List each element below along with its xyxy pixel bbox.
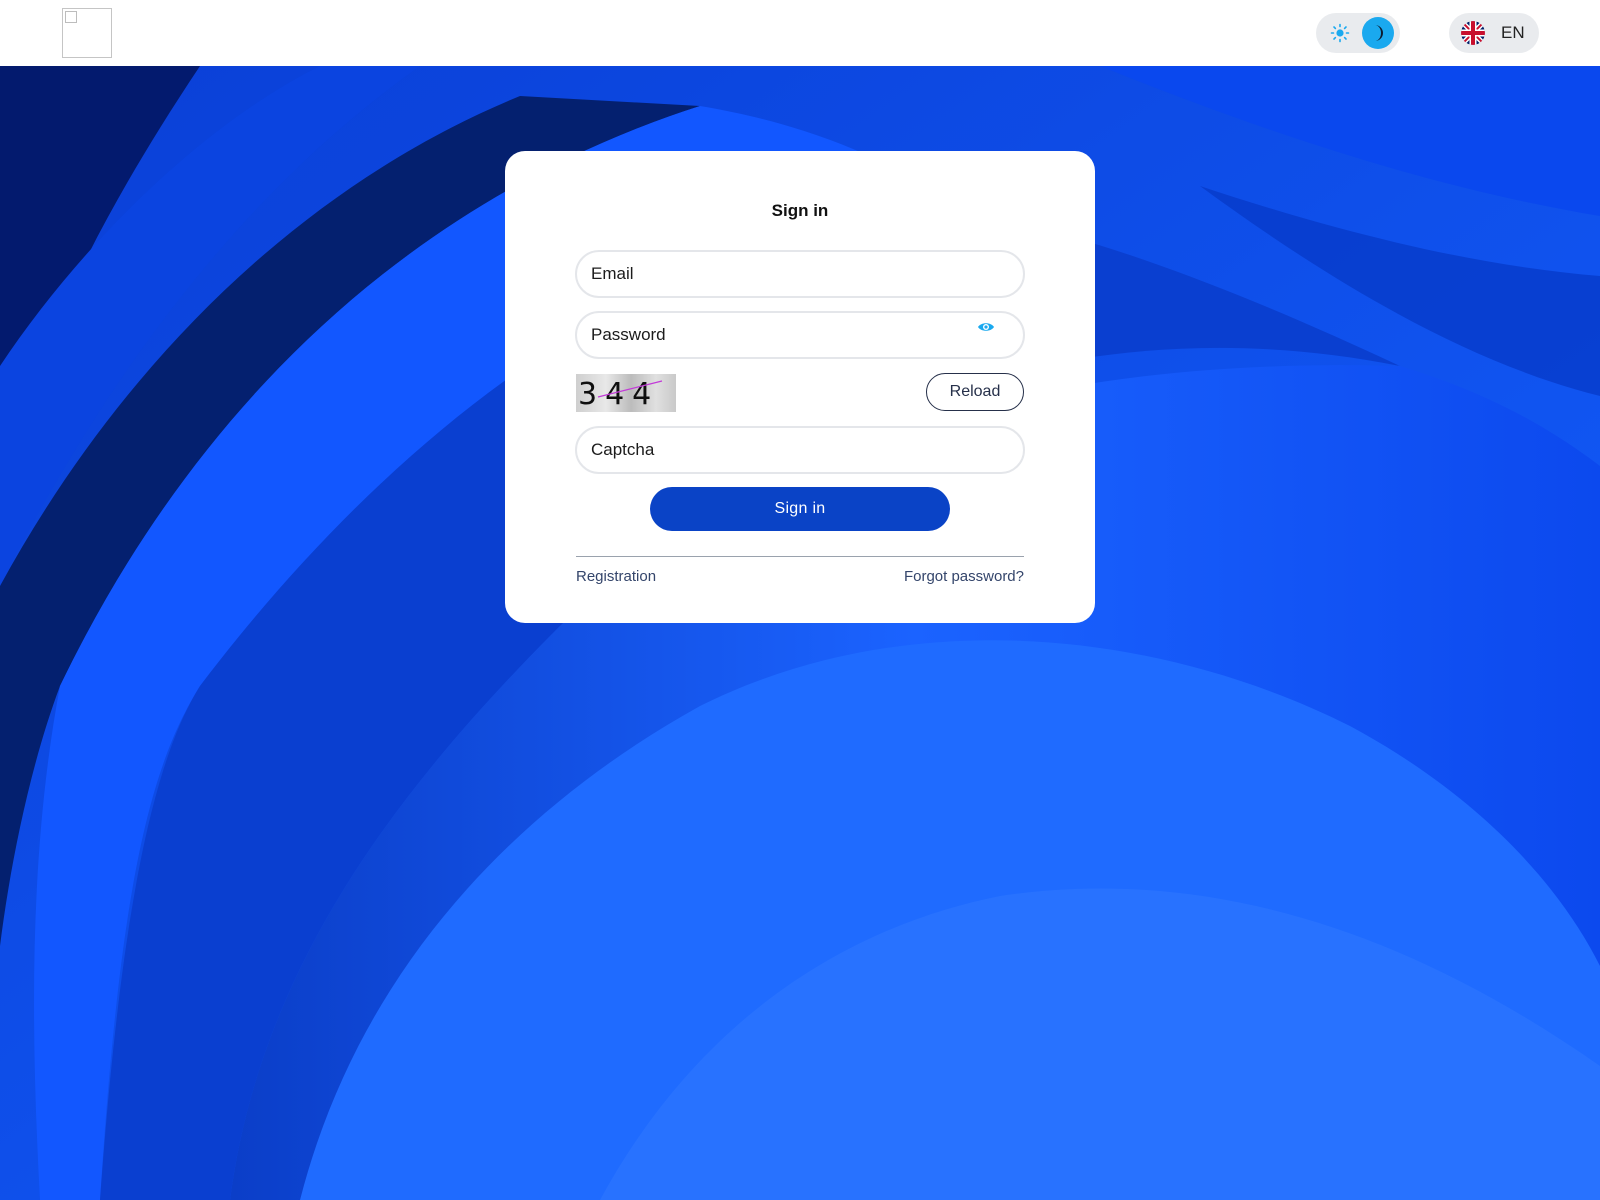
email-field[interactable] bbox=[575, 250, 1025, 298]
moon-icon bbox=[1375, 25, 1383, 41]
captcha-image: 344 bbox=[576, 374, 676, 412]
logo[interactable] bbox=[62, 8, 112, 58]
captcha-input[interactable] bbox=[591, 428, 971, 472]
divider bbox=[576, 556, 1024, 557]
password-input[interactable] bbox=[591, 313, 971, 357]
captcha-noise-line bbox=[597, 380, 663, 398]
reload-captcha-button[interactable]: Reload bbox=[926, 373, 1024, 411]
eye-icon[interactable] bbox=[977, 320, 995, 334]
registration-link[interactable]: Registration bbox=[576, 568, 656, 585]
email-input[interactable] bbox=[591, 252, 971, 296]
password-field[interactable] bbox=[575, 311, 1025, 359]
sign-in-title: Sign in bbox=[771, 201, 829, 220]
sign-in-card: Sign in 344 Reload Sign in Registration … bbox=[505, 151, 1095, 623]
captcha-field[interactable] bbox=[575, 426, 1025, 474]
top-bar: EN bbox=[0, 0, 1600, 66]
forgot-password-link[interactable]: Forgot password? bbox=[904, 568, 1024, 585]
language-code: EN bbox=[1501, 23, 1525, 42]
theme-toggle-knob[interactable] bbox=[1362, 17, 1394, 49]
sun-icon bbox=[1330, 23, 1350, 43]
uk-flag-icon bbox=[1461, 21, 1485, 45]
theme-toggle[interactable] bbox=[1316, 13, 1400, 53]
broken-image-icon bbox=[65, 11, 77, 23]
sign-in-button[interactable]: Sign in bbox=[650, 487, 950, 531]
language-selector[interactable]: EN bbox=[1449, 13, 1539, 53]
